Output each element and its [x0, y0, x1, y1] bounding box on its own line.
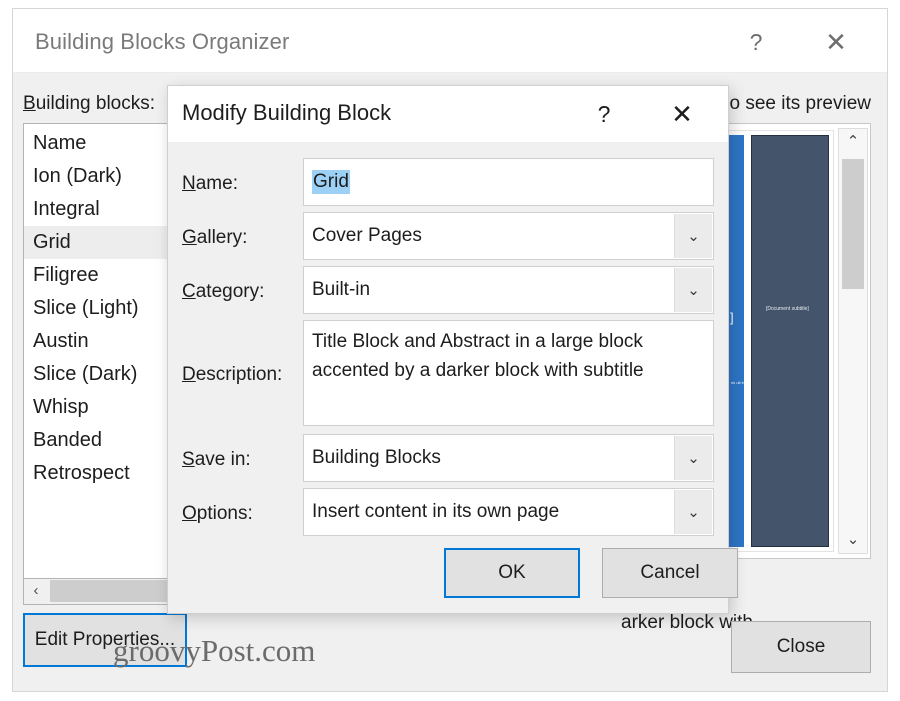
close-button[interactable]: Close — [731, 621, 871, 673]
gallery-label-accel: G — [182, 227, 197, 248]
description-label: Description: — [182, 364, 282, 386]
preview-hint-text: o see its preview — [729, 93, 871, 114]
save-in-label: Save in: — [182, 449, 251, 471]
building-blocks-label-accel: B — [23, 93, 36, 114]
building-blocks-label-rest: uilding blocks: — [35, 93, 156, 114]
list-item[interactable]: Slice (Light) — [24, 292, 174, 325]
options-value: Insert content in its own page — [312, 501, 560, 522]
list-item[interactable]: Retrospect — [24, 457, 174, 490]
options-dropdown[interactable]: Insert content in its own page ⌄ — [303, 488, 714, 536]
name-label: Name: — [182, 173, 238, 195]
help-icon[interactable]: ? — [735, 25, 777, 59]
cancel-button[interactable]: Cancel — [602, 548, 738, 598]
name-input[interactable]: Grid — [303, 158, 714, 206]
list-horizontal-scrollbar[interactable]: ‹ — [23, 579, 187, 605]
watermark: groovyPost.com — [113, 633, 316, 668]
dialog-titlebar: Modify Building Block ? ✕ — [168, 86, 728, 142]
list-item-selected[interactable]: Grid — [24, 226, 174, 259]
modify-building-block-dialog: Modify Building Block ? ✕ Name: Grid Gal… — [167, 85, 738, 614]
name-input-value: Grid — [312, 170, 350, 194]
chevron-down-icon[interactable]: ⌄ — [674, 214, 712, 258]
organizer-titlebar: Building Blocks Organizer ? ✕ — [13, 9, 887, 73]
description-label-rest: escription: — [195, 364, 283, 385]
preview-scrollbar[interactable]: ⌃ ⌄ — [838, 128, 868, 554]
save-in-value: Building Blocks — [312, 447, 441, 468]
options-label-rest: ptions: — [196, 503, 253, 524]
scroll-up-icon[interactable]: ⌃ — [839, 129, 867, 155]
preview-scroll-thumb[interactable] — [842, 159, 864, 289]
list-item[interactable]: Ion (Dark) — [24, 160, 174, 193]
options-label: Options: — [182, 503, 253, 525]
category-label: Category: — [182, 281, 264, 303]
name-input-value-wrap: Grid — [312, 159, 350, 205]
save-in-dropdown[interactable]: Building Blocks ⌄ — [303, 434, 714, 482]
options-label-accel: O — [182, 503, 197, 524]
chevron-down-icon[interactable]: ⌄ — [674, 436, 712, 480]
description-label-accel: D — [182, 364, 196, 385]
gallery-dropdown[interactable]: Cover Pages ⌄ — [303, 212, 714, 260]
preview-dark-block: [Document subtitle] — [751, 135, 829, 547]
chevron-down-icon[interactable]: ⌄ — [674, 268, 712, 312]
preview-tiny-text: nk utl e] — [731, 380, 746, 385]
scroll-left-icon[interactable]: ‹ — [24, 579, 48, 604]
category-label-rest: ategory: — [195, 281, 265, 302]
description-value: Title Block and Abstract in a large bloc… — [312, 331, 644, 381]
building-blocks-label: Building blocks: — [23, 93, 155, 115]
save-in-label-rest: ave in: — [194, 449, 251, 470]
save-in-label-accel: S — [182, 449, 195, 470]
page-title: Building Blocks Organizer — [35, 29, 290, 54]
ok-button[interactable]: OK — [444, 548, 580, 598]
preview-blue-accent-bar: ] nk utl e] — [729, 135, 746, 547]
list-column-header[interactable]: Name — [24, 127, 174, 160]
gallery-label-rest: allery: — [196, 227, 248, 248]
building-blocks-listbox[interactable]: Name Ion (Dark) Integral Grid Filigree S… — [23, 123, 187, 579]
list-item[interactable]: Whisp — [24, 391, 174, 424]
preview-pane: ] nk utl e] [Document subtitle] ⌃ ⌄ — [721, 123, 871, 559]
category-value: Built-in — [312, 279, 371, 300]
gallery-value: Cover Pages — [312, 225, 422, 246]
list-item[interactable]: Austin — [24, 325, 174, 358]
category-dropdown[interactable]: Built-in ⌄ — [303, 266, 714, 314]
description-textarea[interactable]: Title Block and Abstract in a large bloc… — [303, 320, 714, 426]
preview-subtitle-text: [Document subtitle] — [766, 306, 809, 312]
list-item[interactable]: Integral — [24, 193, 174, 226]
list-horizontal-scroll-thumb[interactable] — [50, 580, 174, 602]
name-label-rest: ame: — [195, 173, 238, 194]
gallery-label: Gallery: — [182, 227, 247, 249]
list-item[interactable]: Banded — [24, 424, 174, 457]
close-icon[interactable]: ✕ — [815, 25, 857, 59]
help-icon[interactable]: ? — [586, 96, 622, 132]
scroll-down-icon[interactable]: ⌄ — [839, 527, 867, 553]
name-label-accel: N — [182, 173, 196, 194]
preview-document: ] nk utl e] [Document subtitle] — [726, 130, 834, 552]
category-label-accel: C — [182, 281, 196, 302]
close-icon[interactable]: ✕ — [664, 96, 700, 132]
list-item[interactable]: Filigree — [24, 259, 174, 292]
chevron-down-icon[interactable]: ⌄ — [674, 490, 712, 534]
building-blocks-list: Name Ion (Dark) Integral Grid Filigree S… — [24, 124, 174, 490]
dialog-title: Modify Building Block — [182, 100, 392, 125]
preview-bracket-text: ] — [730, 310, 734, 325]
list-item[interactable]: Slice (Dark) — [24, 358, 174, 391]
